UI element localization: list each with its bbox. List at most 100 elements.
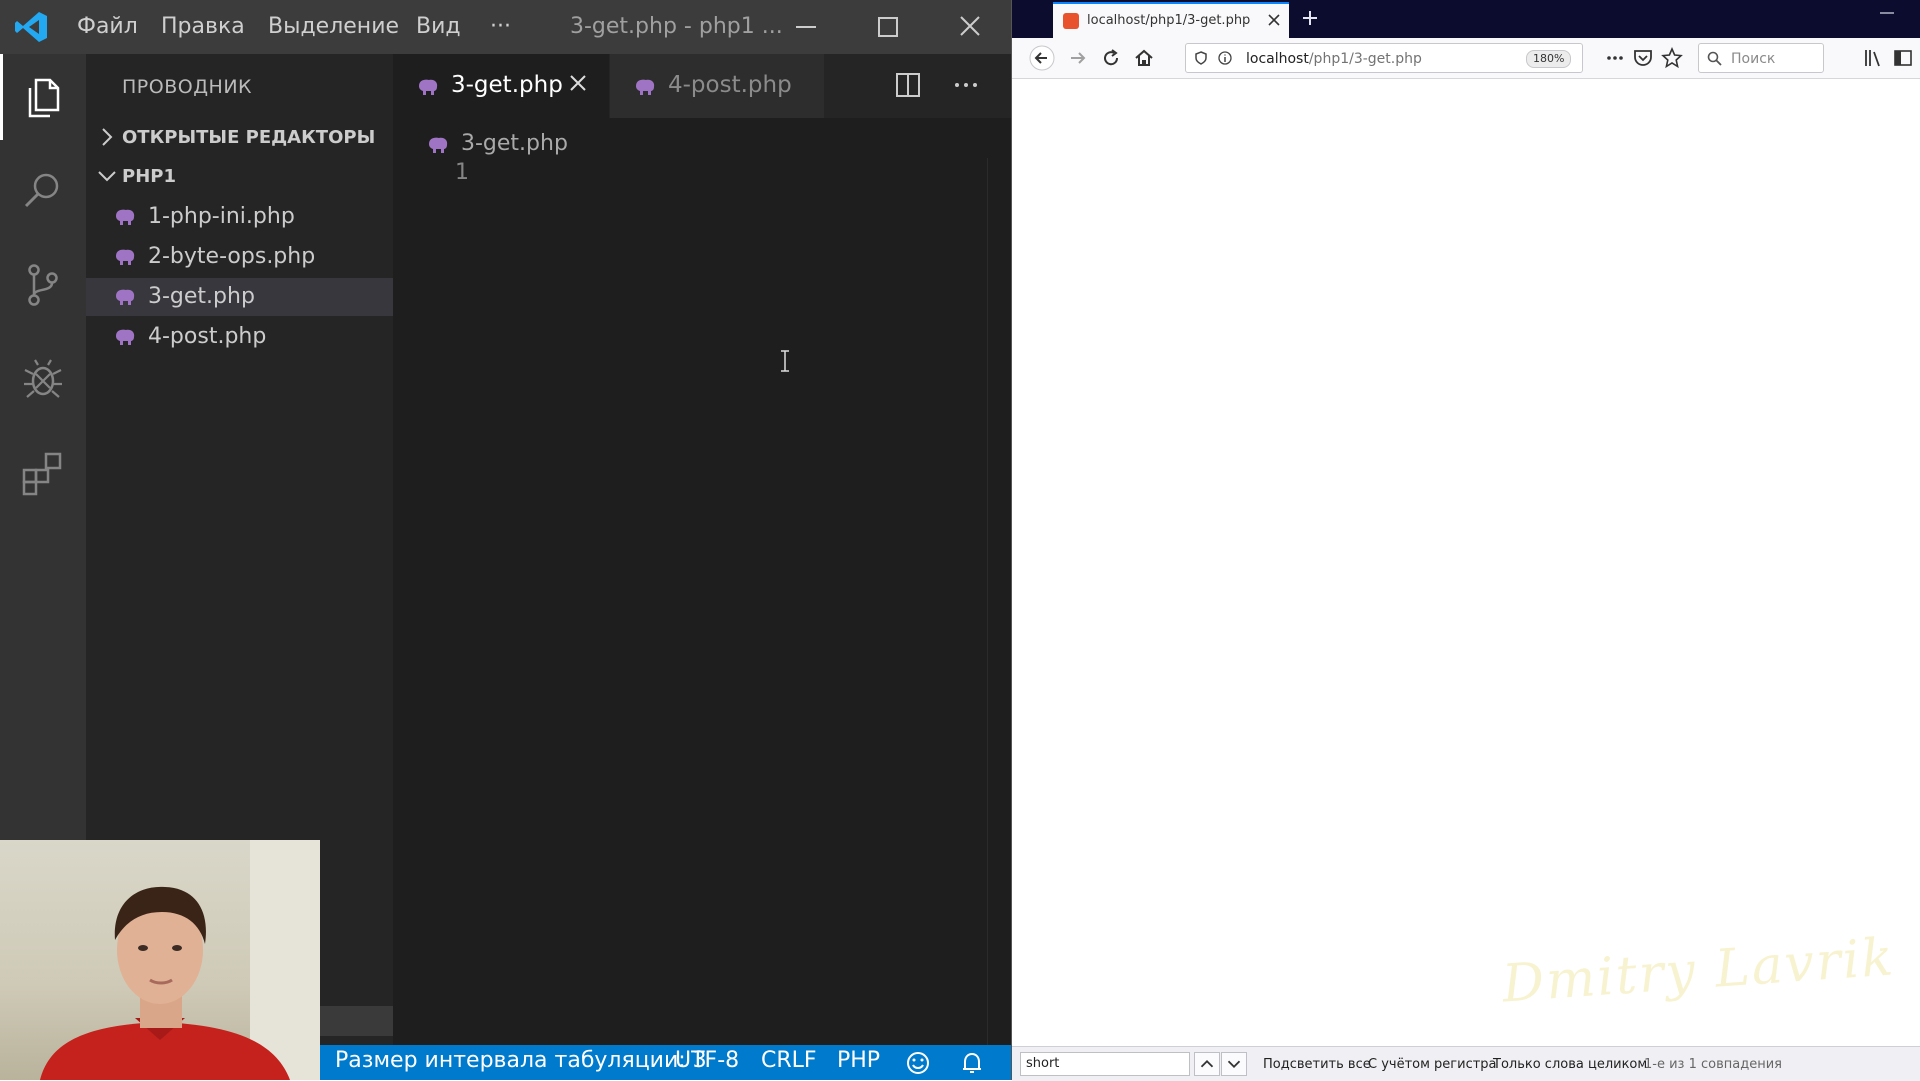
menu-view[interactable]: Вид [416, 14, 461, 39]
match-case-toggle[interactable]: С учётом регистра [1368, 1057, 1497, 1072]
php-file-icon [116, 249, 135, 265]
menu-more[interactable]: ··· [490, 14, 511, 39]
watermark: Dmitry Lavrik [1500, 927, 1897, 1015]
browser-minimize-icon[interactable] [1880, 12, 1894, 14]
title-bar: Файл Правка Выделение Вид ··· 3-get.php … [0, 0, 1011, 54]
url-path: /php1/3-get.php [1308, 51, 1422, 67]
chevron-right-icon [102, 128, 113, 146]
folder-label: PHP1 [122, 166, 176, 187]
maximize-icon[interactable] [866, 10, 910, 44]
php-file-icon [636, 79, 655, 95]
php-file-icon [419, 79, 438, 95]
browser-toolbar: localhost/php1/3-get.php 180% Поиск [1012, 38, 1920, 79]
forward-arrow-icon[interactable] [1065, 45, 1091, 71]
file-item-1-php-ini[interactable]: 1-php-ini.php [86, 198, 393, 236]
active-indicator [0, 54, 3, 140]
tab-close-icon[interactable] [567, 72, 589, 94]
file-name: 2-byte-ops.php [148, 244, 316, 269]
open-editors-label: ОТКРЫТЫЕ РЕДАКТОРЫ [122, 127, 376, 148]
minimize-icon[interactable] [784, 10, 828, 44]
reload-icon[interactable] [1098, 45, 1124, 71]
file-item-4-post[interactable]: 4-post.php [86, 318, 393, 356]
highlight-all-toggle[interactable]: Подсветить все [1263, 1057, 1371, 1072]
indent-status[interactable]: Размер интервала табуляции: 3 [335, 1048, 707, 1073]
menu-edit[interactable]: Правка [161, 14, 245, 39]
feedback-smiley-icon[interactable] [905, 1050, 931, 1076]
file-item-3-get[interactable]: 3-get.php [86, 278, 393, 316]
tab-label: 4-post.php [668, 72, 792, 98]
tab-4-post[interactable]: 4-post.php [610, 54, 824, 118]
url-host: localhost [1246, 51, 1309, 67]
search-icon[interactable] [18, 166, 68, 216]
split-editor-icon[interactable] [893, 70, 923, 100]
source-control-icon[interactable] [18, 260, 68, 310]
extensions-icon[interactable] [18, 448, 68, 498]
find-bar: short Подсветить все С учётом регистра Т… [1012, 1046, 1920, 1081]
open-editors-section[interactable]: ОТКРЫТЫЕ РЕДАКТОРЫ [86, 118, 393, 156]
menu-file[interactable]: Файл [77, 14, 138, 39]
code-editor[interactable]: 3-get.php 1 [393, 118, 1011, 1045]
file-name: 1-php-ini.php [148, 204, 295, 229]
home-icon[interactable] [1131, 45, 1157, 71]
page-favicon-icon [1063, 13, 1079, 29]
page-content[interactable]: Dmitry Lavrik [1012, 79, 1920, 1046]
folder-php1-section[interactable]: PHP1 [86, 157, 393, 195]
breadcrumb-label: 3-get.php [461, 131, 568, 156]
vscode-window: Файл Правка Выделение Вид ··· 3-get.php … [0, 0, 1011, 1080]
whole-words-toggle[interactable]: Только слова целиком [1493, 1057, 1647, 1072]
tab-close-icon[interactable] [1267, 13, 1281, 27]
page-actions-icon[interactable] [1604, 47, 1626, 69]
file-name: 3-get.php [148, 284, 255, 309]
bookmark-star-icon[interactable] [1661, 47, 1683, 69]
explorer-icon[interactable] [18, 72, 68, 122]
close-icon[interactable] [948, 10, 992, 44]
site-info-icon[interactable] [1218, 51, 1232, 65]
editor-tab-bar: 3-get.php 4-post.php [393, 54, 1011, 118]
search-placeholder: Поиск [1731, 51, 1776, 67]
debug-icon[interactable] [18, 354, 68, 404]
notifications-bell-icon[interactable] [959, 1050, 985, 1076]
editor-scrollbar[interactable] [987, 158, 1011, 1045]
text-cursor-icon [781, 350, 789, 372]
status-bar: Размер интервала табуляции: 3 UTF-8 CRLF… [320, 1045, 1011, 1080]
language-status[interactable]: PHP [837, 1048, 880, 1073]
browser-tab-strip: localhost/php1/3-get.php [1012, 0, 1920, 38]
line-number: 1 [455, 160, 469, 185]
pocket-icon[interactable] [1632, 47, 1654, 69]
webcam-overlay [0, 840, 320, 1080]
php-file-icon [429, 137, 448, 153]
menu-selection[interactable]: Выделение [268, 14, 399, 39]
window-title: 3-get.php - php1 ... [570, 14, 783, 39]
file-name: 4-post.php [148, 324, 267, 349]
find-next-icon[interactable] [1221, 1052, 1247, 1076]
tab-3-get[interactable]: 3-get.php [393, 54, 609, 118]
php-file-icon [116, 209, 135, 225]
more-actions-icon[interactable] [951, 70, 981, 100]
explorer-title: ПРОВОДНИК [122, 76, 253, 98]
tracking-shield-icon[interactable] [1194, 51, 1208, 65]
php-file-icon [116, 329, 135, 345]
eol-status[interactable]: CRLF [761, 1048, 817, 1073]
search-icon [1707, 51, 1722, 66]
new-tab-plus-icon[interactable] [1300, 8, 1320, 28]
presenter-video-icon [40, 840, 320, 1080]
encoding-status[interactable]: UTF-8 [675, 1048, 739, 1073]
find-query: short [1026, 1056, 1060, 1071]
back-arrow-icon[interactable] [1029, 45, 1055, 71]
php-file-icon [116, 289, 135, 305]
zoom-level-badge[interactable]: 180% [1526, 50, 1572, 68]
sidebar-toggle-icon[interactable] [1892, 47, 1914, 69]
file-item-2-byte-ops[interactable]: 2-byte-ops.php [86, 238, 393, 276]
url-bar[interactable]: localhost/php1/3-get.php 180% [1185, 43, 1583, 73]
browser-tab-active[interactable]: localhost/php1/3-get.php [1053, 2, 1289, 38]
find-previous-icon[interactable] [1194, 1052, 1220, 1076]
sidebar-footer [316, 1006, 393, 1036]
vscode-logo-icon [15, 12, 47, 42]
search-input[interactable]: Поиск [1698, 43, 1824, 73]
chevron-down-icon [98, 171, 116, 182]
browser-tab-title: localhost/php1/3-get.php [1087, 13, 1251, 28]
find-input[interactable]: short [1020, 1052, 1190, 1076]
firefox-window: localhost/php1/3-get.php localhost/php1/… [1011, 0, 1920, 1081]
library-icon[interactable] [1862, 47, 1884, 69]
url-text: localhost/php1/3-get.php [1246, 51, 1422, 67]
